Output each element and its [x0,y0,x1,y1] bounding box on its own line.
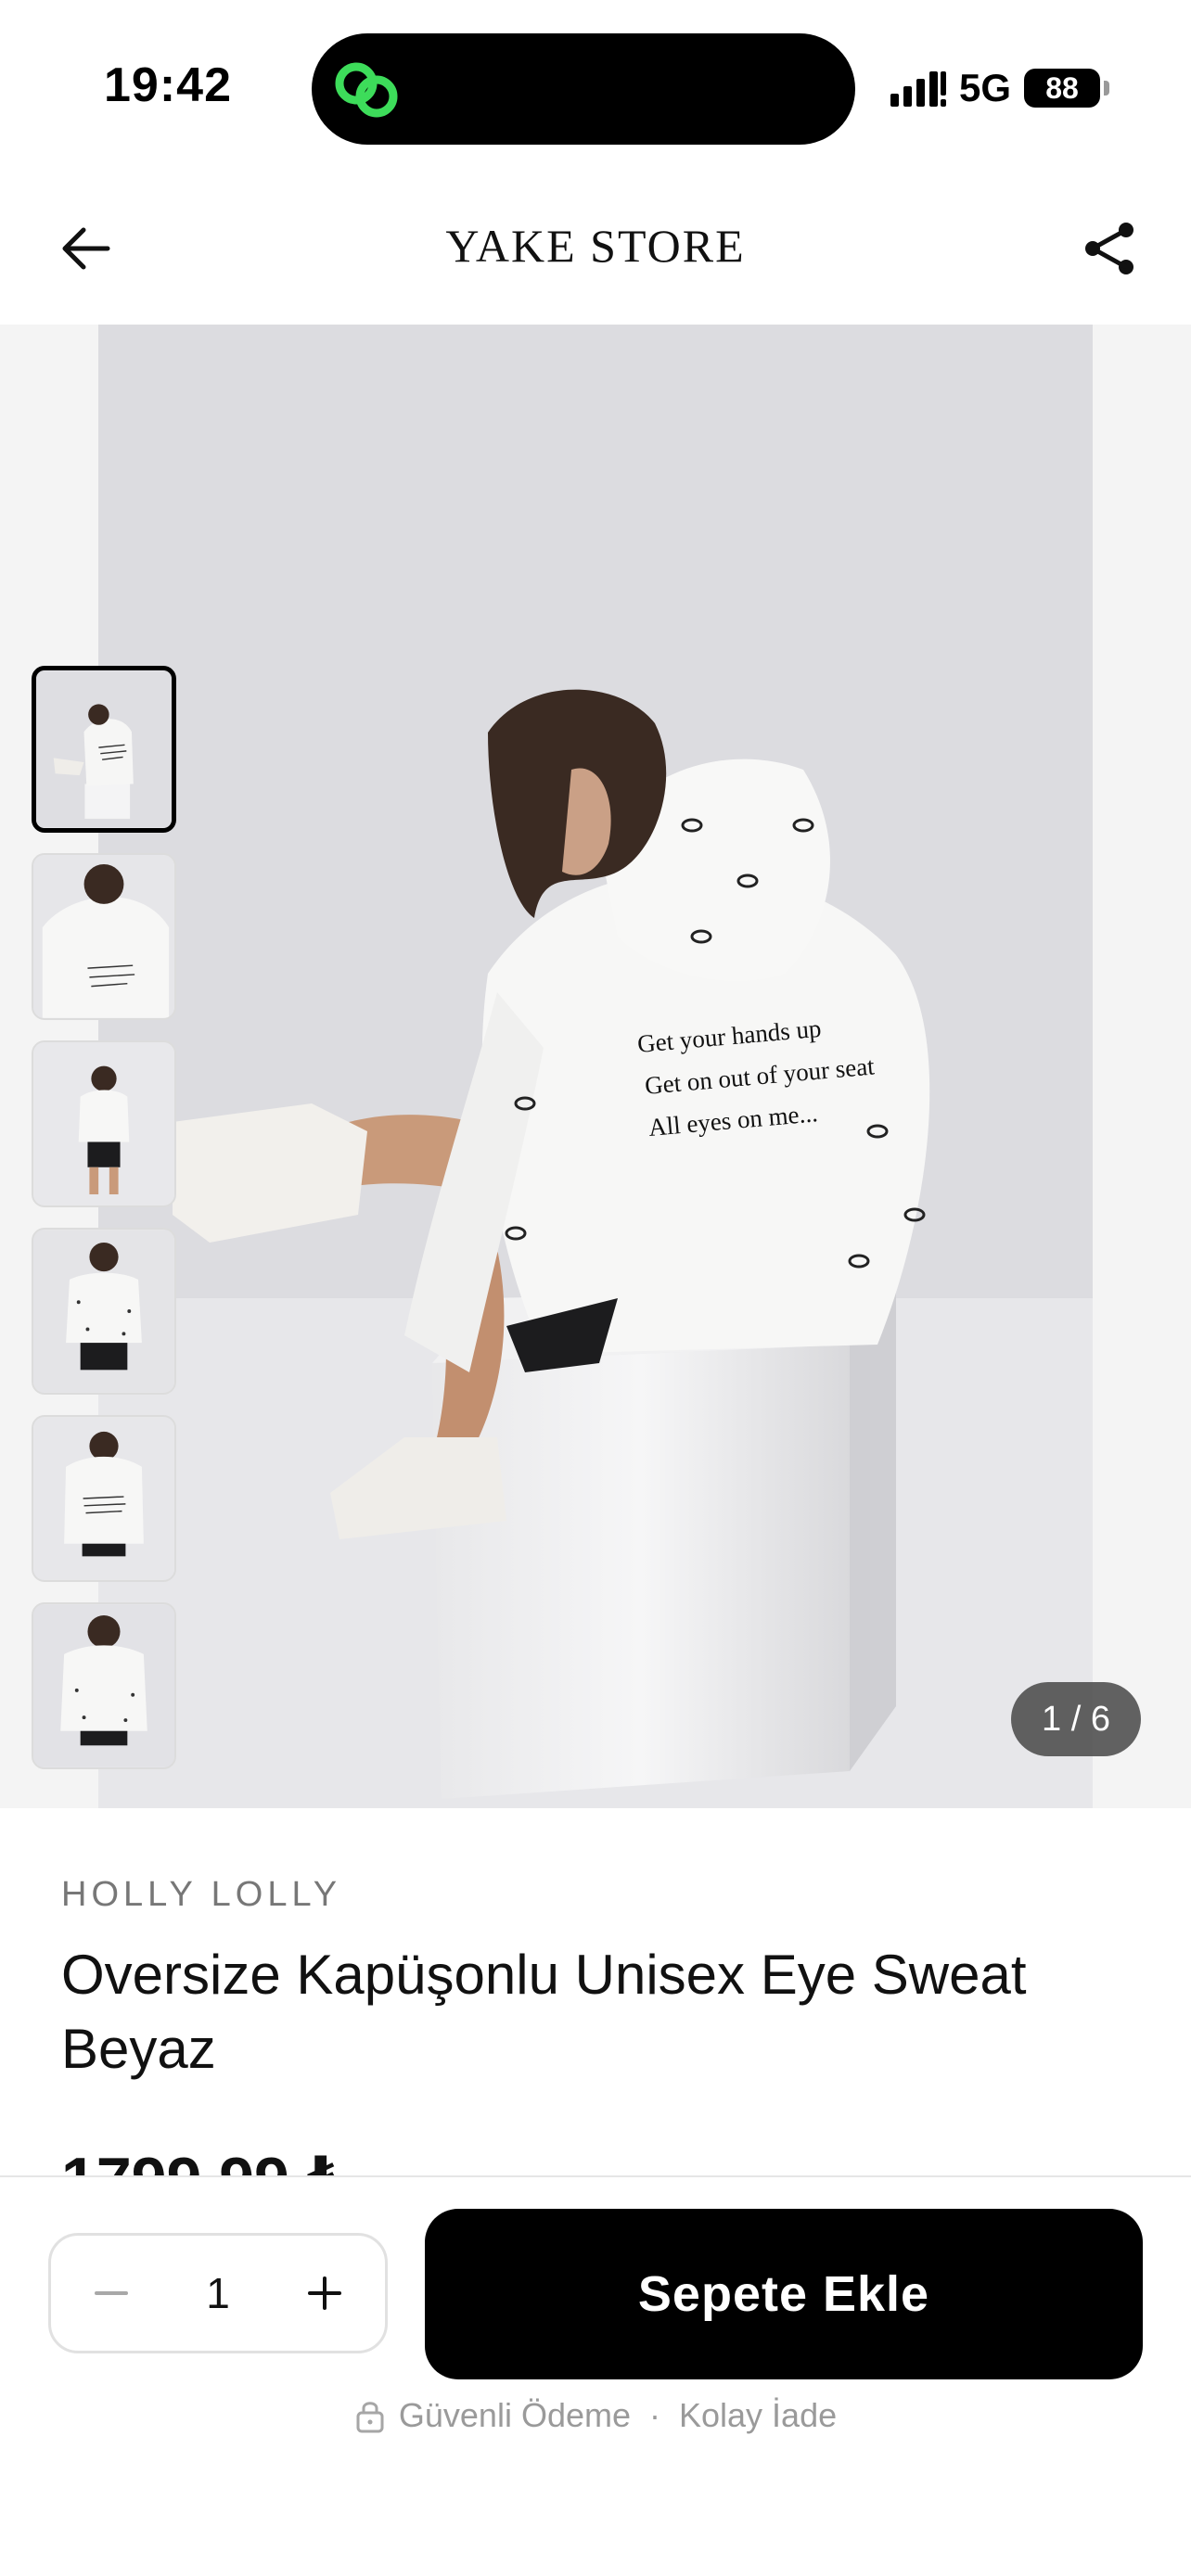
cellular-signal-icon [890,71,946,107]
decrease-quantity-button[interactable] [79,2261,144,2326]
main-product-photo[interactable]: Get your hands up Get on out of your sea… [98,325,1093,1808]
thumbnail-4[interactable] [32,1228,176,1395]
thumbnail-list [32,666,176,1769]
separator: · [649,2396,660,2434]
trust-badges: Güvenli Ödeme · Kolay İade [0,2396,1191,2435]
status-bar: 19:42 5G 88 [0,0,1191,167]
thumbnail-1[interactable] [32,666,176,833]
status-time: 19:42 [104,58,232,112]
thumbnail-5[interactable] [32,1415,176,1582]
product-photo-illustration: Get your hands up Get on out of your sea… [98,325,1093,1808]
dynamic-island [312,33,855,145]
share-button[interactable] [1074,213,1145,284]
lock-icon [356,2402,384,2433]
thumbnail-image [33,1604,174,1767]
increase-quantity-button[interactable] [292,2261,357,2326]
app-activity-icon [335,62,398,118]
thumbnail-image [33,1230,174,1393]
battery-icon: 88 [1024,69,1110,108]
share-icon [1085,223,1133,274]
quantity-value: 1 [206,2269,230,2317]
plus-icon [308,2276,341,2310]
network-type: 5G [959,66,1012,109]
thumbnail-image [36,670,172,828]
brand-name[interactable]: HOLLY LOLLY [61,1875,341,1915]
battery-level: 88 [1045,70,1079,105]
thumbnail-image [33,855,174,1018]
thumbnail-3[interactable] [32,1040,176,1207]
thumbnail-6[interactable] [32,1602,176,1769]
secure-payment-label: Güvenli Ödeme [398,2396,631,2434]
status-indicators: 5G 88 [890,65,1110,111]
product-title: Oversize Kapüşonlu Unisex Eye Sweat Beya… [61,1944,1027,2080]
app-header: YAKE STORE [0,167,1191,325]
store-title: YAKE STORE [445,220,746,272]
minus-icon [95,2291,128,2295]
easy-return-label: Kolay İade [679,2396,838,2434]
product-price: 1799,99 ₺ [61,2138,351,2175]
product-info: HOLLY LOLLY Oversize Kapüşonlu Unisex Ey… [0,1808,1191,2179]
thumbnail-image [33,1042,174,1205]
bottom-action-bar: 1 Sepete Ekle Güvenli Ödeme · Kolay İade [0,2175,1191,2576]
thumbnail-2[interactable] [32,853,176,1020]
photo-counter: 1 / 6 [1011,1682,1141,1756]
quantity-stepper: 1 [48,2233,388,2353]
add-to-cart-button[interactable]: Sepete Ekle [425,2209,1143,2379]
product-gallery[interactable]: Get your hands up Get on out of your sea… [0,325,1191,1808]
thumbnail-image [33,1417,174,1580]
